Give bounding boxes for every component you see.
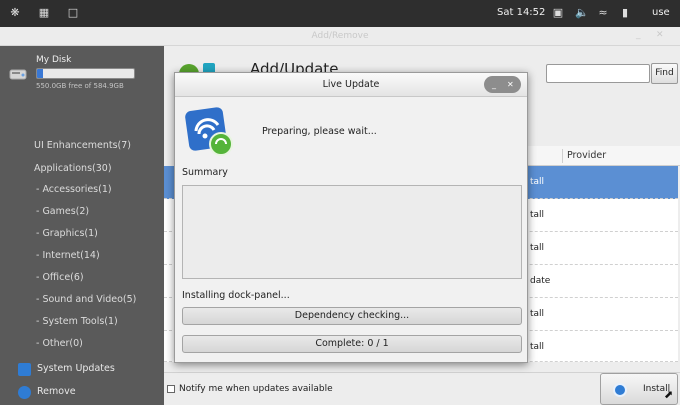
sidebar-item-other[interactable]: - Other(0) [36,338,83,349]
remove-icon [18,386,31,399]
volume-icon[interactable]: 🔈 [575,7,589,19]
sidebar-item-applications[interactable]: Applications(30) [34,163,112,174]
row-status: tall [530,177,545,187]
column-separator[interactable] [562,149,563,163]
system-updates-label: System Updates [37,363,115,374]
dialog-minimize-icon[interactable]: _ [492,76,496,93]
mouse-cursor-icon: ⬈ [664,388,674,401]
sidebar-item-sound-and-video[interactable]: - Sound and Video(5) [36,294,136,305]
overall-progress-text: Complete: 0 / 1 [315,338,389,349]
dependency-progress-bar: Dependency checking... [182,307,522,325]
close-icon[interactable]: ✕ [656,30,664,40]
sidebar-item-accessories[interactable]: - Accessories(1) [36,184,112,195]
grid-icon[interactable]: ▦ [38,7,50,19]
apps-icon[interactable]: ❋ [9,7,21,19]
window-icon[interactable]: □ [67,7,79,19]
row-status: date [530,276,551,286]
install-icon [613,383,627,397]
disk-icon [9,69,27,80]
overall-progress-bar: Complete: 0 / 1 [182,335,522,353]
dependency-progress-text: Dependency checking... [294,310,410,321]
sidebar-item-internet[interactable]: - Internet(14) [36,250,100,261]
wifi-icon[interactable]: ≈ [597,7,609,19]
table-header: Provider [528,146,680,166]
disk-free-text: 550.0GB free of 584.9GB [36,82,124,90]
clock[interactable]: Sat 14:52 [497,7,545,18]
sidebar-item-ui-enhancements[interactable]: UI Enhancements(7) [34,140,131,151]
notify-checkbox[interactable] [167,385,175,393]
screenshot-icon[interactable]: ▣ [552,7,564,19]
summary-label: Summary [182,167,228,178]
app-title-bar: Add/Remove _ ✕ [0,27,680,46]
sidebar-item-graphics[interactable]: - Graphics(1) [36,228,98,239]
find-button[interactable]: Find [651,63,678,84]
sidebar-item-office[interactable]: - Office(6) [36,272,84,283]
dialog-message: Preparing, please wait... [262,126,377,137]
sidebar-item-games[interactable]: - Games(2) [36,206,89,217]
sidebar: My Disk 550.0GB free of 584.9GB UI Enhan… [0,46,164,405]
row-status: tall [530,243,545,253]
remove-label: Remove [37,386,76,397]
system-top-bar: ❋ ▦ □ Sat 14:52 ▣ 🔈 ≈ ▮ use [0,0,680,27]
live-update-icon [185,107,233,156]
row-status: tall [530,210,545,220]
dialog-title: Live Update [322,79,380,90]
notify-label: Notify me when updates available [179,384,333,394]
app-title: Add/Remove [311,31,369,41]
row-status: tall [530,342,545,352]
column-header-provider[interactable]: Provider [567,150,606,161]
disk-name: My Disk [36,55,72,65]
row-status: tall [530,309,545,319]
live-update-dialog: Live Update _ ✕ Preparing, please wait..… [174,72,528,363]
dialog-close-icon[interactable]: ✕ [507,76,514,93]
minimize-icon[interactable]: _ [636,30,641,40]
install-status-text: Installing dock-panel... [182,290,290,301]
sidebar-item-system-tools[interactable]: - System Tools(1) [36,316,118,327]
dialog-window-controls: _ ✕ [484,76,521,93]
update-icon [18,363,31,376]
user-menu[interactable]: use [652,7,670,18]
battery-icon[interactable]: ▮ [619,7,631,19]
search-input[interactable] [546,64,650,83]
summary-textarea[interactable] [182,185,522,279]
dialog-title-bar[interactable]: Live Update _ ✕ [175,73,527,97]
disk-usage-bar [36,68,135,79]
